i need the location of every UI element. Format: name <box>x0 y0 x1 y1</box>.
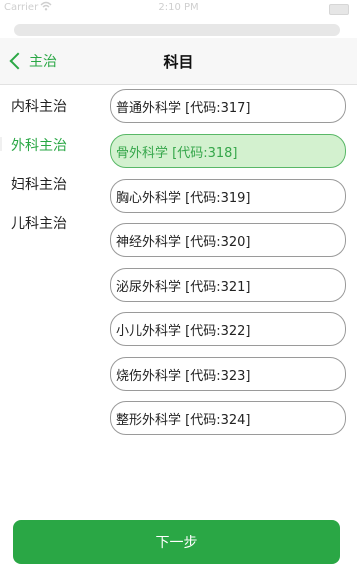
option-urology[interactable]: 泌尿外科学 [代码:321] <box>110 268 346 302</box>
status-bar: Carrier 2:10 PM <box>0 0 357 20</box>
option-pediatric-surgery[interactable]: 小儿外科学 [代码:322] <box>110 312 346 346</box>
category-item-surgery[interactable]: 外科主治 <box>11 135 67 155</box>
option-cardiothoracic-surgery[interactable]: 胸心外科学 [代码:319] <box>110 179 346 213</box>
option-plastic-surgery[interactable]: 整形外科学 [代码:324] <box>110 401 346 435</box>
category-item-pediatrics[interactable]: 儿科主治 <box>11 213 67 233</box>
next-step-label: 下一步 <box>155 535 198 551</box>
option-burn-surgery[interactable]: 烧伤外科学 [代码:323] <box>110 357 346 391</box>
navigation-bar: 主治 科目 <box>0 38 357 85</box>
sheet-grabber[interactable] <box>14 24 340 36</box>
option-general-surgery[interactable]: 普通外科学 [代码:317] <box>110 89 346 123</box>
next-step-button[interactable]: 下一步 <box>13 520 340 564</box>
category-item-internal[interactable]: 内科主治 <box>11 96 67 116</box>
status-time: 2:10 PM <box>158 2 199 13</box>
active-category-indicator <box>0 137 2 151</box>
option-orthopedics[interactable]: 骨外科学 [代码:318] <box>110 134 346 168</box>
battery-icon <box>329 4 349 15</box>
category-item-gynecology[interactable]: 妇科主治 <box>11 174 67 194</box>
page-title: 科目 <box>163 53 194 71</box>
option-neurosurgery[interactable]: 神经外科学 [代码:320] <box>110 223 346 257</box>
